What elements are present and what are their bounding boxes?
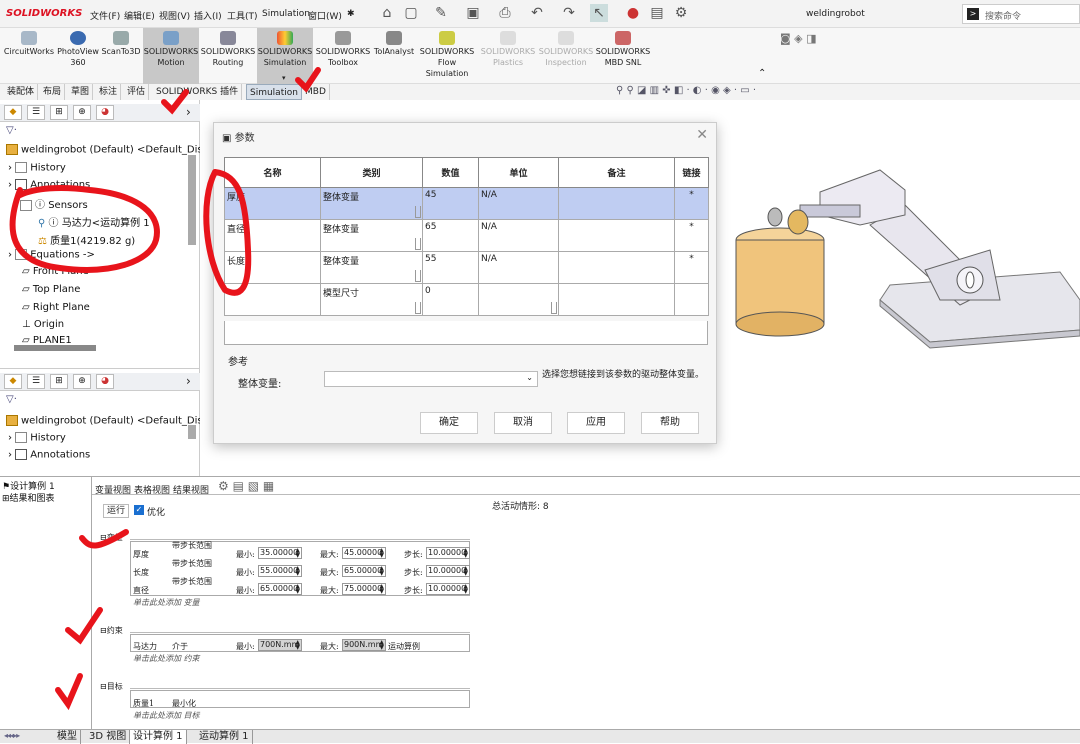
red-check-mark	[79, 529, 129, 549]
red-circle-mark	[9, 184, 160, 273]
red-check-mark	[295, 67, 321, 93]
red-check-mark	[65, 607, 103, 645]
red-check-mark	[55, 673, 83, 711]
annotation-overlay	[9, 67, 321, 711]
red-check-mark	[161, 89, 189, 115]
red-circle-mark	[203, 169, 252, 296]
